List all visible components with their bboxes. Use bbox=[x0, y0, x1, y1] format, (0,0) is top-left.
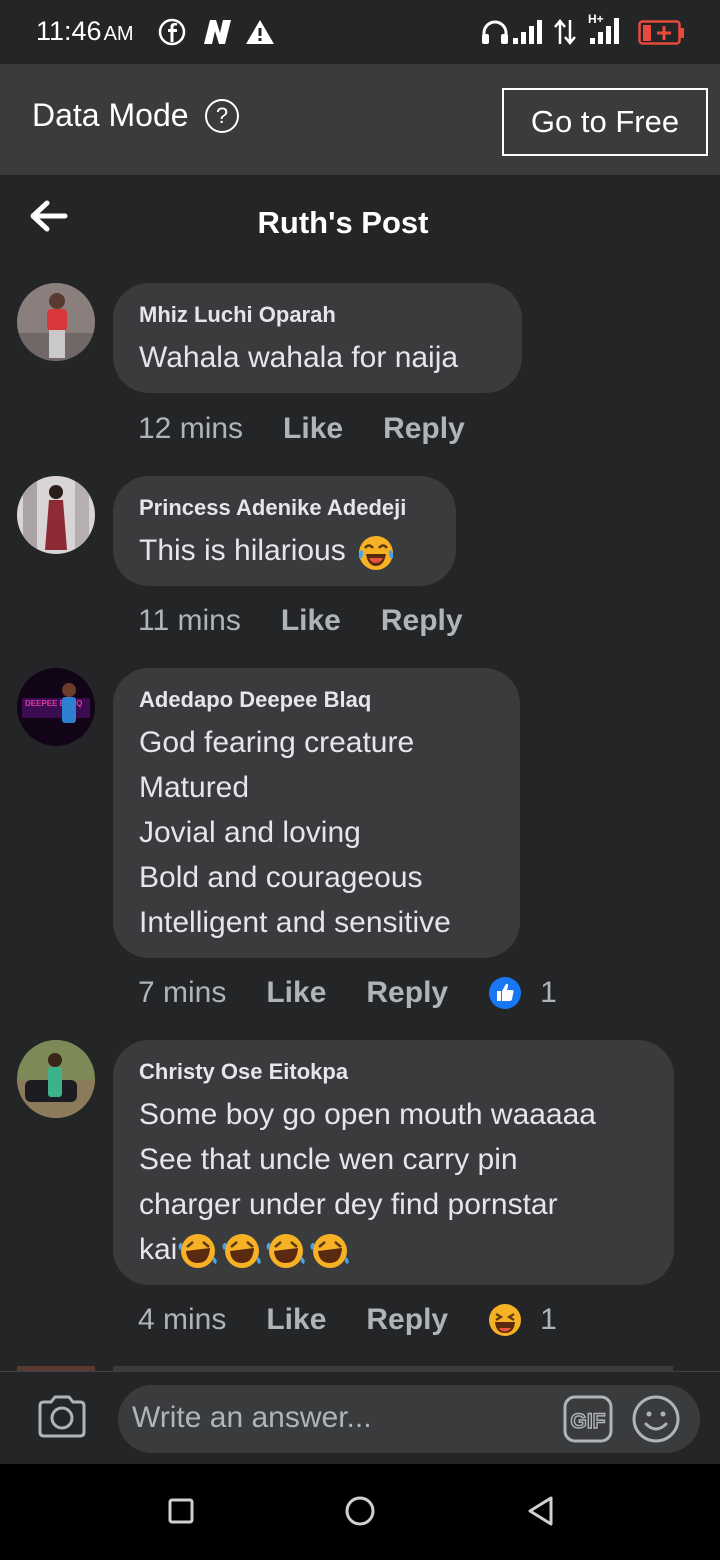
comment-text-line: Intelligent and sensitive bbox=[139, 906, 451, 939]
like-button[interactable]: Like bbox=[283, 412, 343, 446]
data-mode-label: Data Mode bbox=[32, 97, 189, 133]
comment-actions: 11 mins Like Reply bbox=[138, 601, 503, 641]
comment-bubble[interactable]: Adedapo Deepee Blaq God fearing creature… bbox=[113, 668, 520, 958]
comment-text-line: kai bbox=[139, 1227, 648, 1272]
comment-time: 4 mins bbox=[138, 1303, 227, 1336]
like-button[interactable]: Like bbox=[281, 604, 341, 638]
battery-icon bbox=[638, 20, 684, 45]
comment-actions: 4 mins Like Reply 1 bbox=[138, 1300, 557, 1340]
camera-icon[interactable] bbox=[36, 1394, 88, 1440]
reply-button[interactable]: Reply bbox=[366, 976, 448, 1010]
haha-reaction-icon bbox=[489, 1304, 522, 1336]
reaction-summary[interactable]: 1 bbox=[488, 976, 557, 1010]
status-clock: 11:46 bbox=[36, 16, 102, 46]
comment-time: 7 mins bbox=[138, 976, 227, 1009]
comment-text-line: See that uncle wen carry pin bbox=[139, 1143, 518, 1176]
comment-bubble[interactable]: Mhiz Luchi Oparah Wahala wahala for naij… bbox=[113, 283, 522, 393]
like-button[interactable]: Like bbox=[266, 976, 326, 1010]
emoji-smile-icon[interactable] bbox=[631, 1394, 681, 1444]
comment-text: kai bbox=[139, 1233, 178, 1266]
comment-text-line: Wahala wahala for naija bbox=[139, 341, 459, 374]
facebook-notification-icon bbox=[158, 18, 186, 46]
home-icon[interactable] bbox=[343, 1494, 377, 1528]
comment-author[interactable]: Christy Ose Eitokpa bbox=[139, 1058, 648, 1086]
like-reaction-icon bbox=[489, 977, 522, 1009]
comment-bubble[interactable]: Christy Ose Eitokpa Some boy go open mou… bbox=[113, 1040, 674, 1285]
avatar[interactable] bbox=[17, 476, 95, 554]
avatar-photo bbox=[17, 1040, 95, 1118]
go-to-free-button[interactable]: Go to Free bbox=[502, 88, 708, 156]
like-button[interactable]: Like bbox=[266, 1303, 326, 1337]
avatar-photo: DEEPEE BLAQ bbox=[17, 668, 95, 746]
warning-notification-icon bbox=[246, 20, 274, 44]
reaction-count: 1 bbox=[540, 976, 557, 1009]
avatar[interactable]: DEEPEE BLAQ bbox=[17, 668, 95, 746]
laughing-tears-emoji-icon bbox=[358, 536, 394, 571]
comment-text-line: Bold and courageous bbox=[139, 861, 423, 894]
comment-text-line: Jovial and loving bbox=[139, 816, 361, 849]
comment-text-line: This is hilarious bbox=[139, 528, 430, 573]
status-time: 11:46 AM bbox=[36, 16, 134, 47]
status-ampm: AM bbox=[103, 23, 134, 45]
answer-input-placeholder: Write an answer... bbox=[132, 1401, 372, 1434]
gif-label: GIF bbox=[571, 1410, 606, 1433]
data-transfer-icon bbox=[554, 19, 576, 45]
avatar[interactable] bbox=[17, 1040, 95, 1118]
comment-author[interactable]: Princess Adenike Adedeji bbox=[139, 494, 430, 522]
comment-actions: 7 mins Like Reply 1 bbox=[138, 973, 557, 1013]
post-header: Ruth's Post bbox=[0, 175, 720, 270]
answer-input[interactable]: Write an answer... GIF bbox=[118, 1385, 700, 1453]
comment-author[interactable]: Mhiz Luchi Oparah bbox=[139, 301, 496, 329]
recent-apps-icon[interactable] bbox=[167, 1494, 195, 1528]
status-bar: 11:46 AM H+ bbox=[0, 0, 720, 64]
comment-text-line: charger under dey find pornstar bbox=[139, 1188, 558, 1221]
comment-time: 11 mins bbox=[138, 604, 241, 637]
help-icon[interactable]: ? bbox=[205, 99, 239, 133]
news-app-notification-icon bbox=[204, 20, 231, 44]
comment-text-line: Matured bbox=[139, 771, 250, 804]
reaction-summary[interactable]: 1 bbox=[488, 1303, 557, 1337]
back-nav-icon[interactable] bbox=[524, 1494, 556, 1528]
reply-button[interactable]: Reply bbox=[383, 412, 465, 446]
svg-text:H+: H+ bbox=[588, 12, 604, 26]
comment-bubble[interactable]: Princess Adenike Adedeji This is hilario… bbox=[113, 476, 456, 586]
reply-button[interactable]: Reply bbox=[381, 604, 463, 638]
reply-button[interactable]: Reply bbox=[366, 1303, 448, 1337]
comment-text-line: God fearing creature bbox=[139, 726, 415, 759]
headphones-icon bbox=[482, 20, 508, 44]
comment-composer: Write an answer... GIF bbox=[0, 1371, 720, 1464]
comment-author[interactable]: Adedapo Deepee Blaq bbox=[139, 686, 494, 714]
page-title: Ruth's Post bbox=[257, 205, 429, 240]
comment-actions: 12 mins Like Reply bbox=[138, 409, 505, 449]
signal-strength-icon-2: H+ bbox=[588, 12, 619, 44]
rolling-laughing-emoji-icon bbox=[178, 1234, 350, 1269]
comment-text-line: Some boy go open mouth waaaaa bbox=[139, 1098, 596, 1131]
gif-icon[interactable]: GIF bbox=[563, 1395, 613, 1443]
avatar[interactable] bbox=[17, 283, 95, 361]
system-navigation-bar bbox=[0, 1464, 720, 1560]
reaction-count: 1 bbox=[540, 1303, 557, 1336]
comment-text: This is hilarious bbox=[139, 534, 346, 567]
signal-strength-icon-1 bbox=[513, 20, 542, 44]
avatar-photo bbox=[17, 476, 95, 554]
avatar-photo bbox=[17, 283, 95, 361]
comment-time: 12 mins bbox=[138, 412, 244, 445]
